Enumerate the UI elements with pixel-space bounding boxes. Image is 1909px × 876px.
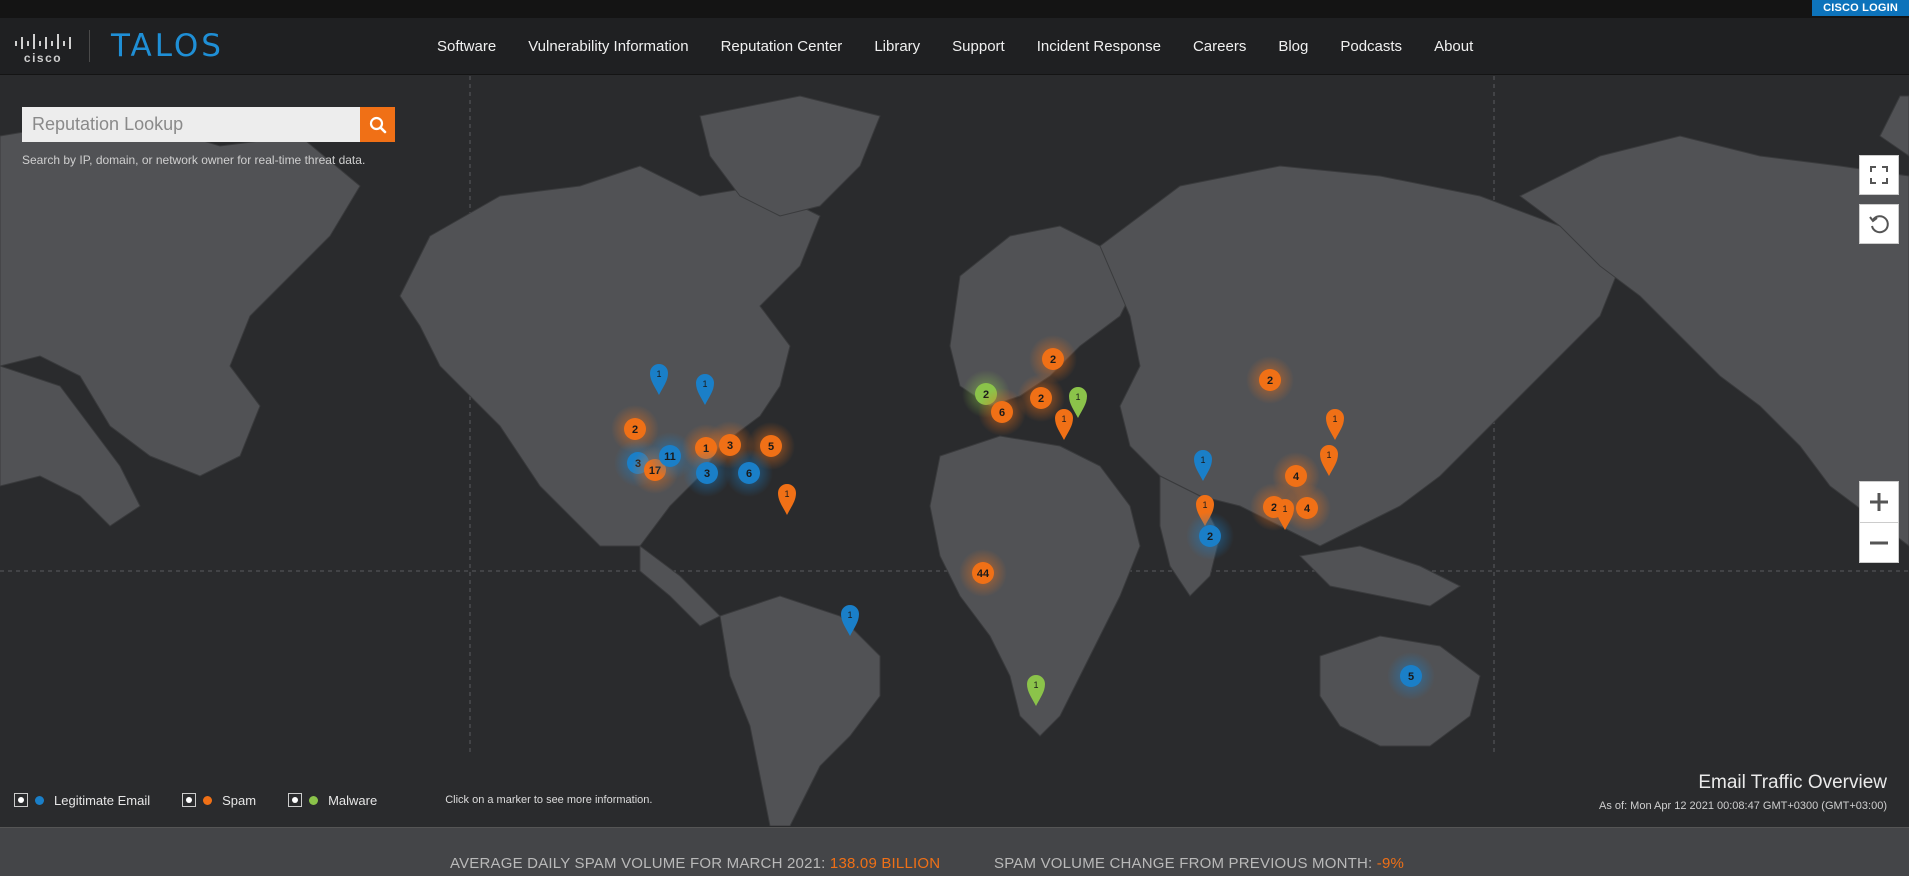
nav-incident-response[interactable]: Incident Response <box>1037 38 1161 55</box>
map-hint-text: Click on a marker to see more informatio… <box>445 794 653 806</box>
marker-count: 44 <box>977 568 990 580</box>
map-pin-spam[interactable]: 1 <box>1055 409 1073 440</box>
nav-support[interactable]: Support <box>952 38 1005 55</box>
legend-dot-spam <box>203 795 213 805</box>
cisco-wordmark: cisco <box>24 51 62 64</box>
legend-checkbox-legitimate[interactable] <box>14 793 28 807</box>
overview-title: Email Traffic Overview <box>1698 772 1887 793</box>
nav-reputation-center[interactable]: Reputation Center <box>721 38 843 55</box>
marker-count: 4 <box>1293 471 1300 483</box>
search-help-text: Search by IP, domain, or network owner f… <box>22 153 366 167</box>
marker-count: 1 <box>784 489 789 499</box>
talos-logo[interactable]: TALOS <box>111 28 224 64</box>
top-strip <box>0 0 1909 18</box>
marker-count: 1 <box>1332 414 1337 424</box>
legend-label-spam: Spam <box>222 792 257 808</box>
marker-count: 3 <box>727 440 733 452</box>
zoom-in-button[interactable] <box>1860 482 1898 522</box>
marker-count: 1 <box>1033 680 1038 690</box>
nav-careers[interactable]: Careers <box>1193 38 1246 55</box>
map-cluster-legitimate[interactable]: 2 <box>1186 512 1234 560</box>
fullscreen-icon <box>1870 166 1888 184</box>
spam-volume-label: AVERAGE DAILY SPAM VOLUME FOR MARCH 2021… <box>450 855 826 872</box>
marker-count: 1 <box>847 610 852 620</box>
spam-change-value: -9% <box>1376 855 1405 872</box>
legend-checkbox-malware[interactable] <box>288 793 303 807</box>
site-header: cisco TALOS Software Vulnerability Infor… <box>0 18 1909 75</box>
map-cluster-legitimate[interactable]: 5 <box>1387 652 1435 700</box>
marker-count: 6 <box>746 468 752 480</box>
spam-change-label: SPAM VOLUME CHANGE FROM PREVIOUS MONTH: <box>994 855 1373 872</box>
map-cluster-spam[interactable]: 2 <box>1246 356 1294 404</box>
spam-volume-value: 138.09 BILLION <box>829 855 941 872</box>
marker-count: 1 <box>1075 392 1080 402</box>
cisco-login-button[interactable]: CISCO LOGIN <box>1812 0 1909 16</box>
nav-blog[interactable]: Blog <box>1278 38 1308 55</box>
zoom-out-button[interactable] <box>1860 523 1898 563</box>
world-map-canvas[interactable]: 11231711135361262211441121114241125 <box>0 76 1909 826</box>
map-legend: Legitimate Email Spam Malware Click on a… <box>14 789 652 811</box>
stats-bar: AVERAGE DAILY SPAM VOLUME FOR MARCH 2021… <box>0 827 1909 876</box>
marker-count: 2 <box>632 424 638 436</box>
minus-icon <box>1870 541 1888 545</box>
legend-dot-malware <box>309 795 319 805</box>
marker-count: 5 <box>768 441 774 453</box>
legend-label-legitimate: Legitimate Email <box>54 792 151 808</box>
world-map[interactable]: 11231711135361262211441121114241125 Sear… <box>0 76 1909 826</box>
marker-count: 1 <box>702 379 707 389</box>
marker-count: 1 <box>656 369 661 379</box>
reset-icon <box>1869 215 1889 234</box>
spam-change-stat: SPAM VOLUME CHANGE FROM PREVIOUS MONTH: … <box>994 855 1404 872</box>
cisco-logo[interactable]: cisco <box>14 32 72 64</box>
marker-count: 2 <box>1050 354 1056 366</box>
marker-count: 6 <box>999 407 1005 419</box>
legend-item-malware[interactable]: Malware <box>288 793 377 808</box>
nav-library[interactable]: Library <box>874 38 920 55</box>
zoom-controls <box>1859 481 1899 563</box>
marker-count: 1 <box>1282 504 1287 514</box>
logo-divider <box>89 30 90 62</box>
reputation-search-input[interactable] <box>22 107 360 142</box>
marker-count: 2 <box>1207 531 1213 543</box>
marker-count: 2 <box>1038 393 1044 405</box>
nav-podcasts[interactable]: Podcasts <box>1340 38 1402 55</box>
legend-dot-legitimate <box>35 795 44 805</box>
map-cluster-spam[interactable]: 2 <box>1029 335 1077 383</box>
main-nav: Software Vulnerability Information Reput… <box>437 18 1505 75</box>
legend-item-spam[interactable]: Spam <box>182 793 256 808</box>
map-pin-spam[interactable]: 1 <box>778 484 796 515</box>
nav-software[interactable]: Software <box>437 38 496 55</box>
legend-label-malware: Malware <box>328 792 378 808</box>
marker-count: 5 <box>1408 671 1414 683</box>
reset-view-button[interactable] <box>1859 204 1899 244</box>
marker-count: 3 <box>704 468 710 480</box>
search-button[interactable] <box>360 107 395 142</box>
spam-volume-stat: AVERAGE DAILY SPAM VOLUME FOR MARCH 2021… <box>450 855 940 872</box>
marker-count: 2 <box>1267 375 1273 387</box>
nav-about[interactable]: About <box>1434 38 1473 55</box>
marker-count: 11 <box>664 451 676 463</box>
marker-count: 1 <box>1202 500 1207 510</box>
legend-item-legitimate-email[interactable]: Legitimate Email <box>14 793 150 808</box>
search-icon <box>369 116 386 133</box>
fullscreen-button[interactable] <box>1859 155 1899 195</box>
marker-count: 1 <box>1200 455 1205 465</box>
map-cluster-legitimate[interactable]: 6 <box>725 449 773 497</box>
map-cluster-legitimate[interactable]: 3 <box>683 449 731 497</box>
plus-icon <box>1870 493 1888 511</box>
map-cluster-spam[interactable]: 44 <box>959 549 1007 597</box>
marker-count: 1 <box>1326 450 1331 460</box>
marker-count: 4 <box>1304 503 1311 515</box>
marker-count: 1 <box>1061 414 1066 424</box>
nav-vulnerability-information[interactable]: Vulnerability Information <box>528 38 688 55</box>
legend-checkbox-spam[interactable] <box>182 793 197 807</box>
overview-timestamp: As of: Mon Apr 12 2021 00:08:47 GMT+0300… <box>1599 800 1887 812</box>
continents <box>0 95 1909 826</box>
